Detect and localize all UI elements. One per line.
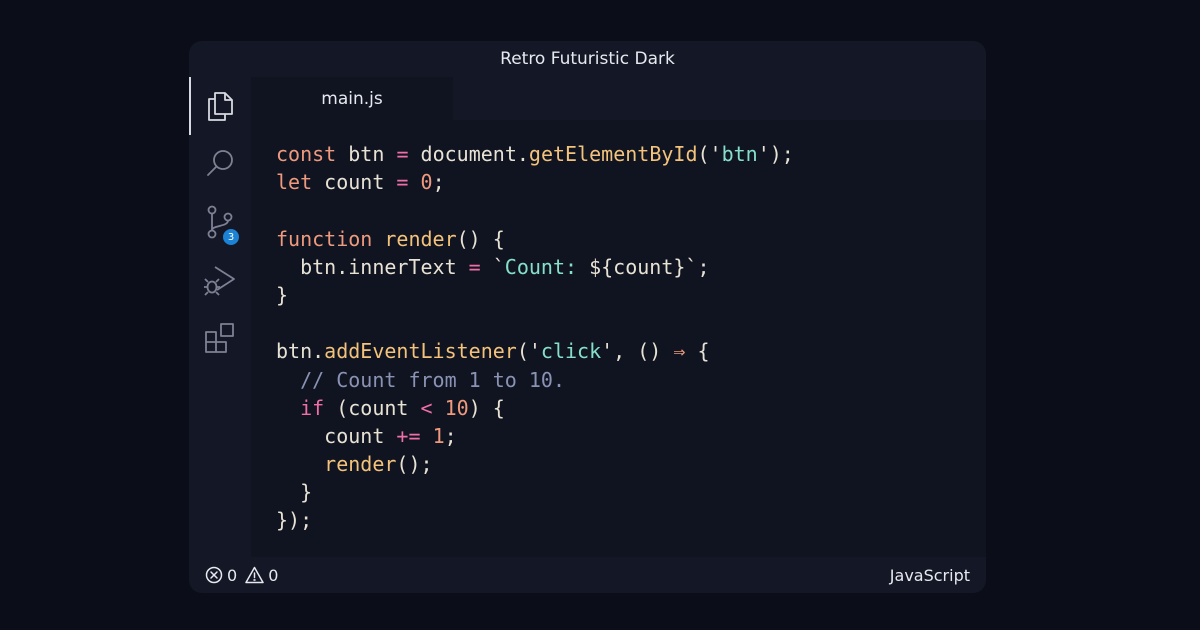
code-token: }); — [276, 508, 313, 533]
code-line: btn.innerText = `Count: ${count}`; — [276, 253, 794, 281]
code-token: ⇒ — [673, 339, 686, 364]
code-token: (' — [516, 339, 541, 364]
warning-icon — [245, 566, 264, 584]
language-mode[interactable]: JavaScript — [890, 566, 970, 585]
code-line: } — [276, 281, 794, 309]
code-line: function render() { — [276, 225, 794, 253]
code-token: render — [384, 226, 457, 251]
code-token: count — [276, 423, 397, 448]
tab-strip: main.js — [251, 77, 986, 120]
tab-main-js[interactable]: main.js — [251, 77, 453, 120]
source-control-badge: 3 — [221, 227, 241, 247]
title-bar: Retro Futuristic Dark — [189, 41, 986, 77]
code-line: // Count from 1 to 10. — [276, 366, 794, 394]
code-line: }); — [276, 506, 794, 534]
code-token: (count — [324, 395, 421, 420]
code-token: '); — [757, 142, 794, 166]
code-token: getElementById — [528, 142, 698, 166]
warning-count: 0 — [268, 565, 279, 585]
code-line: count += 1; — [276, 422, 794, 450]
code-token: btn — [721, 142, 758, 166]
error-icon — [205, 566, 223, 584]
code-token: += — [396, 423, 421, 448]
activity-explorer[interactable] — [189, 77, 251, 135]
code-token: = — [396, 170, 409, 195]
code-token: } — [276, 480, 313, 505]
extensions-icon — [205, 323, 234, 353]
search-icon — [207, 150, 233, 176]
code-token: `; — [685, 254, 710, 279]
code-token: function — [276, 226, 373, 251]
activity-run-debug[interactable] — [189, 251, 251, 309]
code-token: < — [420, 395, 433, 420]
code-line: } — [276, 478, 794, 506]
files-icon — [208, 92, 233, 121]
code-token: 1 — [432, 423, 445, 448]
editor-window: Retro Futuristic Dark 3 main.js const bt… — [189, 41, 986, 593]
code-token: document. — [408, 142, 529, 166]
code-token: 10 — [444, 395, 469, 420]
code-token: if — [300, 395, 325, 420]
activity-source-control[interactable]: 3 — [189, 193, 251, 251]
run-debug-icon — [204, 266, 235, 296]
code-content[interactable]: const btn = document.getElementById('btn… — [276, 140, 794, 535]
status-bar: 0 0 JavaScript — [189, 557, 986, 593]
code-token: const — [276, 142, 337, 166]
code-token: ; — [432, 170, 445, 195]
editor-area: main.js const btn = document.getElementB… — [251, 77, 986, 557]
code-token: (); — [396, 452, 433, 477]
problems-indicator[interactable]: 0 0 — [205, 566, 282, 585]
code-line: let count = 0; — [276, 168, 794, 196]
code-token: = — [396, 142, 409, 166]
code-token: () { — [456, 226, 505, 251]
code-token: ', () — [601, 339, 674, 364]
code-token: (' — [697, 142, 722, 166]
code-token: 0 — [420, 170, 433, 195]
code-line: const btn = document.getElementById('btn… — [276, 140, 794, 168]
code-line: if (count < 10) { — [276, 394, 794, 422]
error-count: 0 — [227, 565, 238, 585]
code-token: let — [276, 170, 313, 195]
activity-search[interactable] — [189, 135, 251, 193]
code-token: } — [276, 282, 289, 307]
code-token: // Count from 1 to 10. — [300, 367, 565, 392]
code-token: = — [468, 254, 481, 279]
activity-extensions[interactable] — [189, 309, 251, 367]
code-token: { — [685, 339, 710, 364]
code-line: render(); — [276, 450, 794, 478]
code-token: count — [312, 170, 397, 195]
code-token: btn.innerText — [276, 254, 469, 279]
window-title: Retro Futuristic Dark — [500, 49, 675, 69]
code-token: render — [324, 452, 397, 477]
code-token: btn. — [276, 339, 325, 364]
code-line: btn.addEventListener('click', () ⇒ { — [276, 337, 794, 365]
code-token: btn — [336, 142, 397, 166]
code-token: addEventListener — [324, 339, 517, 364]
activity-bar: 3 — [189, 77, 251, 557]
code-token: ` — [480, 254, 505, 279]
code-token: ${count} — [589, 254, 686, 279]
tab-label: main.js — [321, 88, 383, 109]
code-token: ; — [444, 423, 457, 448]
code-token: ) { — [468, 395, 505, 420]
code-token: Count: — [504, 254, 590, 279]
code-token: click — [540, 339, 602, 364]
